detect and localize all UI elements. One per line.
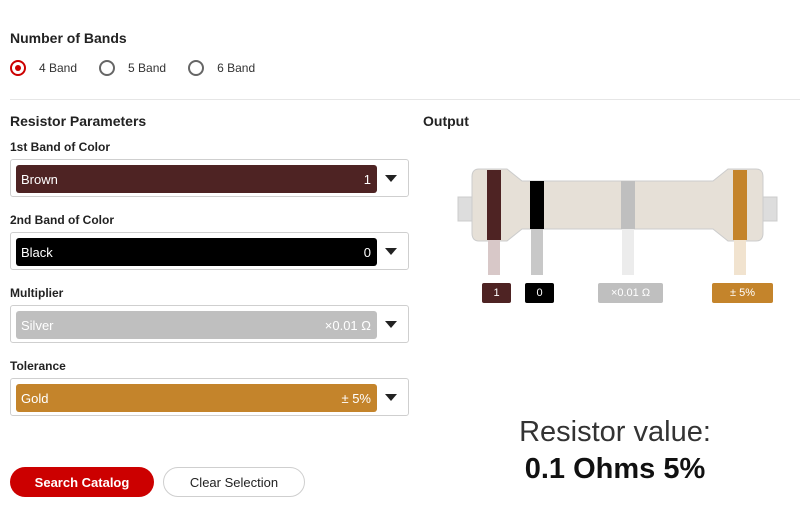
radio-4-band[interactable]: 4 Band xyxy=(10,60,77,76)
resistor-band-tolerance xyxy=(733,170,747,240)
resistor-band-multiplier xyxy=(621,181,635,229)
multiplier-color-name: Silver xyxy=(21,317,54,333)
first-band-label: 1st Band of Color xyxy=(10,140,111,154)
resistor-value-title: Resistor value: xyxy=(519,416,711,448)
resistor-band-1 xyxy=(487,170,501,240)
second-band-value: 0 xyxy=(363,244,371,260)
tolerance-select[interactable]: Gold ± 5% xyxy=(10,378,409,416)
left-lead xyxy=(457,196,473,222)
band-2-tag: 0 xyxy=(525,283,554,303)
resistor-body xyxy=(471,168,764,242)
first-band-select[interactable]: Brown 1 xyxy=(10,159,409,197)
radio-6-band-label: 6 Band xyxy=(217,61,256,75)
tolerance-color-bar: Gold ± 5% xyxy=(16,384,377,412)
radio-5-band-label: 5 Band xyxy=(128,61,167,75)
radio-unselected-icon xyxy=(188,60,205,76)
second-band-color-bar: Black 0 xyxy=(16,238,377,266)
multiplier-connector xyxy=(622,229,634,275)
tolerance-value: ± 5% xyxy=(341,390,371,406)
second-band-select[interactable]: Black 0 xyxy=(10,232,409,270)
chevron-down-icon xyxy=(385,321,397,328)
chevron-down-icon xyxy=(385,175,397,182)
band-count-radio-group: 4 Band 5 Band 6 Band xyxy=(10,60,277,76)
radio-unselected-icon xyxy=(99,60,116,76)
resistor-value: 0.1 Ohms 5% xyxy=(524,453,706,485)
radio-5-band[interactable]: 5 Band xyxy=(99,60,166,76)
tolerance-connector xyxy=(734,240,746,275)
bands-section-title: Number of Bands xyxy=(10,30,127,46)
search-catalog-button[interactable]: Search Catalog xyxy=(10,467,154,497)
params-section-title: Resistor Parameters xyxy=(10,113,147,129)
multiplier-select[interactable]: Silver ×0.01 Ω xyxy=(10,305,409,343)
radio-6-band[interactable]: 6 Band xyxy=(188,60,255,76)
multiplier-value: ×0.01 Ω xyxy=(324,317,371,333)
chevron-down-icon xyxy=(385,394,397,401)
first-band-value: 1 xyxy=(363,171,371,187)
radio-4-band-label: 4 Band xyxy=(39,61,78,75)
tolerance-color-name: Gold xyxy=(21,390,49,406)
resistor-band-2 xyxy=(530,181,544,229)
section-divider xyxy=(10,99,800,100)
band-2-connector xyxy=(531,229,543,275)
band-1-connector xyxy=(488,240,500,275)
first-band-color-name: Brown xyxy=(21,171,58,187)
resistor-diagram xyxy=(457,168,778,275)
chevron-down-icon xyxy=(385,248,397,255)
output-section-title: Output xyxy=(423,113,469,129)
multiplier-tag: ×0.01 Ω xyxy=(598,283,663,303)
clear-selection-button[interactable]: Clear Selection xyxy=(163,467,305,497)
second-band-label: 2nd Band of Color xyxy=(10,213,114,227)
band-1-tag: 1 xyxy=(482,283,511,303)
right-lead xyxy=(762,196,778,222)
multiplier-color-bar: Silver ×0.01 Ω xyxy=(16,311,377,339)
first-band-color-bar: Brown 1 xyxy=(16,165,377,193)
tolerance-tag: ± 5% xyxy=(712,283,773,303)
second-band-color-name: Black xyxy=(21,244,53,260)
tolerance-label: Tolerance xyxy=(10,359,66,373)
multiplier-label: Multiplier xyxy=(10,286,64,300)
radio-selected-icon xyxy=(10,60,26,76)
